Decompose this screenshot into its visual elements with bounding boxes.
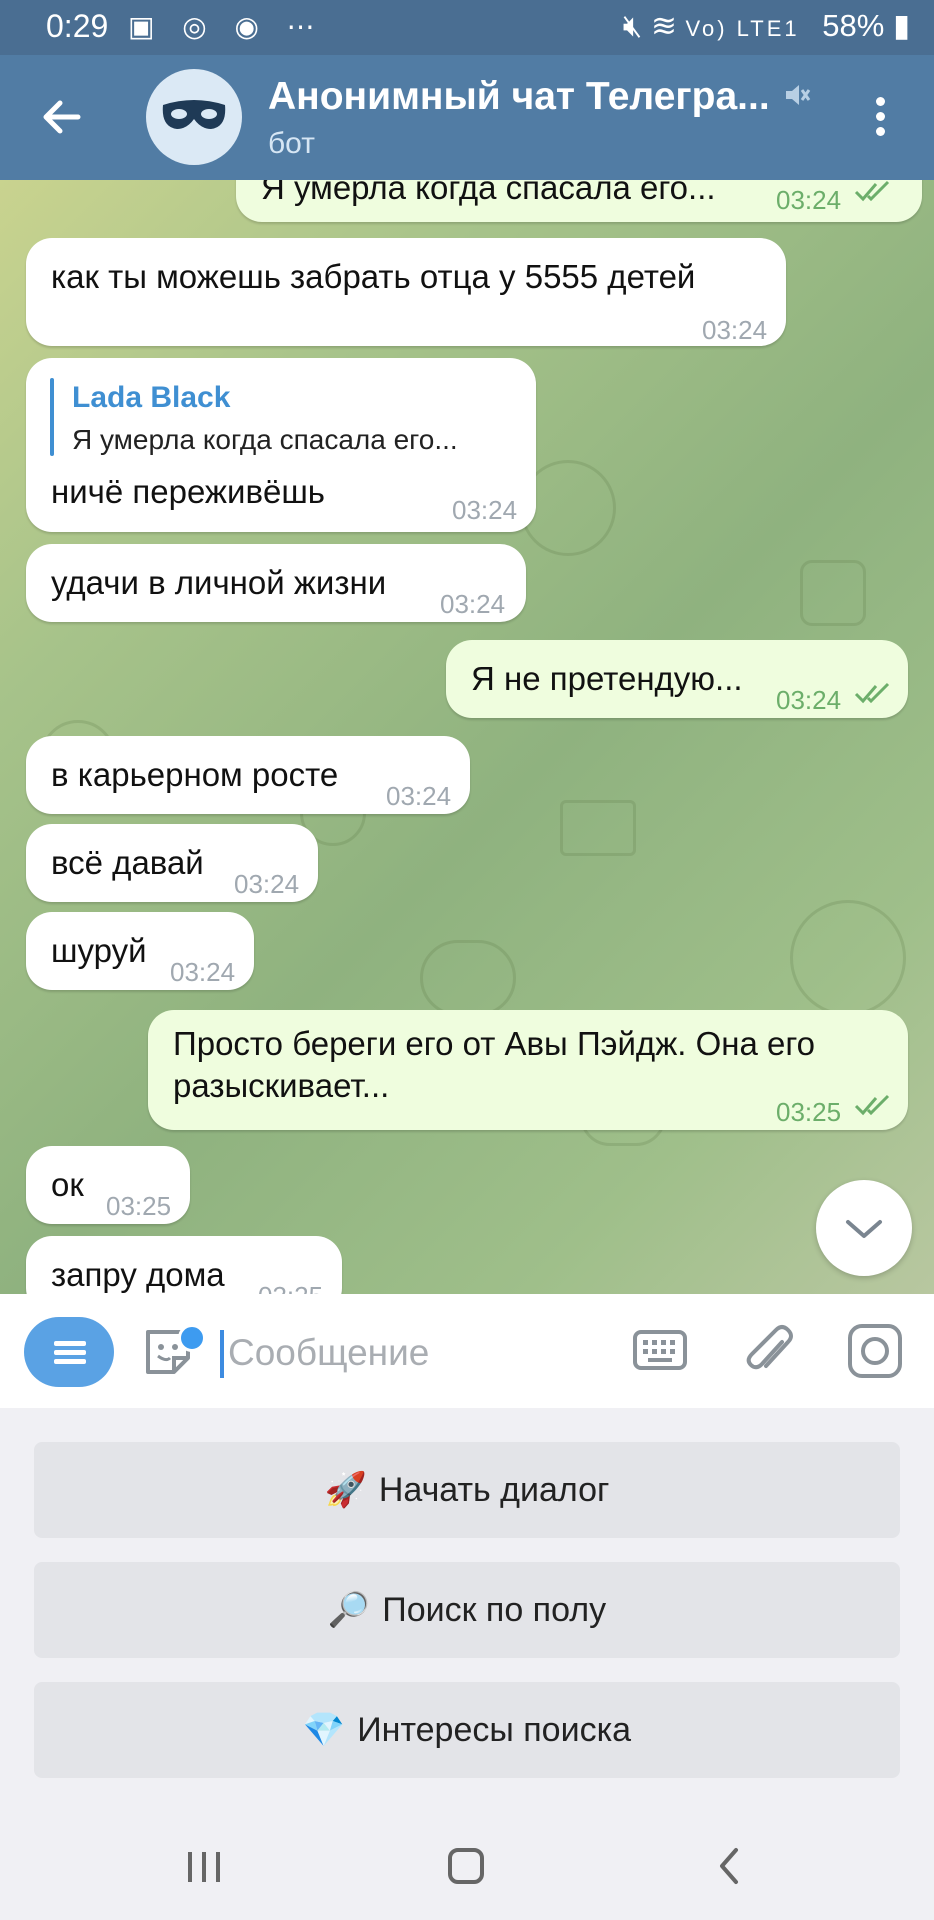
back-button[interactable] bbox=[36, 91, 88, 143]
new-stickers-badge bbox=[178, 1324, 206, 1352]
message-time: 03:24 bbox=[776, 685, 842, 715]
button-label: Начать диалог bbox=[378, 1470, 610, 1509]
avatar[interactable] bbox=[146, 69, 242, 165]
system-nav-bar bbox=[0, 1812, 934, 1920]
message-text: шуруй bbox=[51, 932, 147, 969]
message-time: 03:24 bbox=[170, 957, 236, 987]
mute-status-icon: 🔇︎ bbox=[622, 8, 643, 43]
message-time: 03:24 bbox=[386, 781, 452, 811]
message-text: ок bbox=[51, 1166, 84, 1203]
message-text: в карьерном росте bbox=[51, 756, 339, 793]
home-button[interactable] bbox=[448, 1848, 484, 1884]
message-incoming[interactable]: в карьерном росте 03:24 bbox=[26, 736, 470, 814]
message-time: 03:24 bbox=[702, 315, 768, 345]
muted-icon bbox=[786, 85, 811, 105]
gem-icon: 💎 bbox=[302, 1711, 346, 1749]
chat-title[interactable]: Анонимный чат Телегра... bbox=[268, 75, 770, 119]
reply-quote[interactable]: Я умерла когда спасала его... bbox=[72, 418, 458, 462]
camera-icon[interactable] bbox=[846, 1322, 904, 1380]
search-interests-button[interactable]: 💎 Интересы поиска bbox=[34, 1682, 900, 1778]
chat-subtitle: бот bbox=[268, 127, 315, 160]
recents-button[interactable] bbox=[188, 1852, 224, 1882]
message-time: 03:24 bbox=[234, 869, 300, 899]
network-label: Vo) LTE1 bbox=[685, 16, 800, 41]
nav-back-icon[interactable] bbox=[714, 1846, 744, 1886]
message-text: запру дома bbox=[51, 1256, 225, 1293]
message-incoming[interactable]: удачи в личной жизни 03:24 bbox=[26, 544, 526, 622]
button-label: Поиск по полу bbox=[382, 1590, 607, 1629]
message-incoming[interactable]: ок 03:25 bbox=[26, 1146, 190, 1224]
bot-keyboard: 🚀 Начать диалог 🔎 Поиск по полу 💎 Интере… bbox=[0, 1408, 934, 1812]
battery-level: 58% bbox=[822, 8, 885, 43]
chat-header: Анонимный чат Телегра... бот bbox=[0, 55, 934, 180]
keyboard-icon[interactable] bbox=[632, 1326, 688, 1374]
message-text: Я не претендую... bbox=[471, 660, 743, 697]
message-incoming[interactable]: шуруй 03:24 bbox=[26, 912, 254, 990]
wallpaper-doodle bbox=[790, 900, 906, 1016]
message-text: Я умерла когда спасала его... bbox=[261, 180, 716, 206]
status-bar: 0:29 ▣ ◎ ◉ ⋯ 🔇︎ ≋ Vo) LTE1 58% ▮ bbox=[0, 0, 934, 55]
mask-icon bbox=[162, 100, 226, 129]
bot-menu-button[interactable] bbox=[24, 1317, 114, 1387]
battery-icon: ▮ bbox=[892, 8, 910, 43]
message-text: ничё переживёшь bbox=[51, 473, 325, 510]
search-by-gender-button[interactable]: 🔎 Поиск по полу bbox=[34, 1562, 900, 1658]
message-incoming[interactable]: всё давай 03:24 bbox=[26, 824, 318, 902]
scroll-down-button[interactable] bbox=[816, 1180, 912, 1276]
paperclip-icon[interactable] bbox=[742, 1322, 796, 1380]
message-time: 03:25 bbox=[258, 1274, 323, 1294]
message-incoming[interactable]: как ты можешь забрать отца у 5555 детей … bbox=[26, 238, 786, 346]
double-check-icon bbox=[854, 682, 890, 704]
wallpaper-doodle bbox=[560, 800, 636, 856]
message-input[interactable] bbox=[226, 1322, 610, 1384]
double-check-icon bbox=[854, 180, 890, 202]
start-dialog-button[interactable]: 🚀 Начать диалог bbox=[34, 1442, 900, 1538]
message-time: 03:24 bbox=[776, 185, 842, 215]
button-label: Интересы поиска bbox=[357, 1710, 632, 1749]
message-text: удачи в личной жизни bbox=[51, 564, 387, 601]
status-right: 🔇︎ ≋ Vo) LTE1 58% ▮ bbox=[623, 8, 910, 45]
chat-area[interactable]: Я умерла когда спасала его... 03:24 как … bbox=[0, 180, 934, 1294]
message-text: как ты можешь забрать отца у 5555 детей bbox=[51, 258, 696, 295]
message-outgoing[interactable]: Я не претендую... 03:24 bbox=[446, 640, 908, 718]
double-check-icon bbox=[854, 1094, 890, 1116]
more-options-button[interactable] bbox=[862, 91, 898, 147]
message-time: 03:24 bbox=[452, 495, 518, 525]
wifi-icon: ≋ bbox=[650, 8, 677, 43]
message-time: 03:25 bbox=[106, 1191, 172, 1221]
message-text-line2: разыскивает... bbox=[173, 1067, 390, 1104]
message-text: всё давай bbox=[51, 844, 204, 881]
status-time: 0:29 bbox=[46, 8, 109, 44]
message-outgoing[interactable]: Просто береги его от Авы Пэйдж. Она его … bbox=[148, 1010, 908, 1130]
reply-author[interactable]: Lada Black bbox=[72, 376, 230, 420]
wallpaper-doodle bbox=[420, 940, 516, 1016]
notification-icons: ▣ ◎ ◉ ⋯ bbox=[128, 11, 325, 42]
rocket-icon: 🚀 bbox=[324, 1471, 367, 1509]
message-time: 03:24 bbox=[440, 589, 506, 619]
message-incoming[interactable]: запру дома 03:25 bbox=[26, 1236, 342, 1294]
wallpaper-doodle bbox=[800, 560, 866, 626]
message-text-line1: Просто береги его от Авы Пэйдж. Она его bbox=[173, 1025, 816, 1062]
magnifier-icon: 🔎 bbox=[327, 1591, 371, 1629]
message-time: 03:25 bbox=[776, 1097, 842, 1127]
text-caret bbox=[220, 1330, 224, 1378]
message-outgoing[interactable]: Я умерла когда спасала его... 03:24 bbox=[236, 180, 922, 222]
message-input-bar bbox=[0, 1294, 934, 1408]
message-incoming-reply[interactable]: Lada Black Я умерла когда спасала его...… bbox=[26, 358, 536, 532]
chevron-down-icon bbox=[846, 1220, 882, 1238]
arrow-left-icon bbox=[43, 100, 81, 134]
reply-bar bbox=[50, 378, 54, 456]
